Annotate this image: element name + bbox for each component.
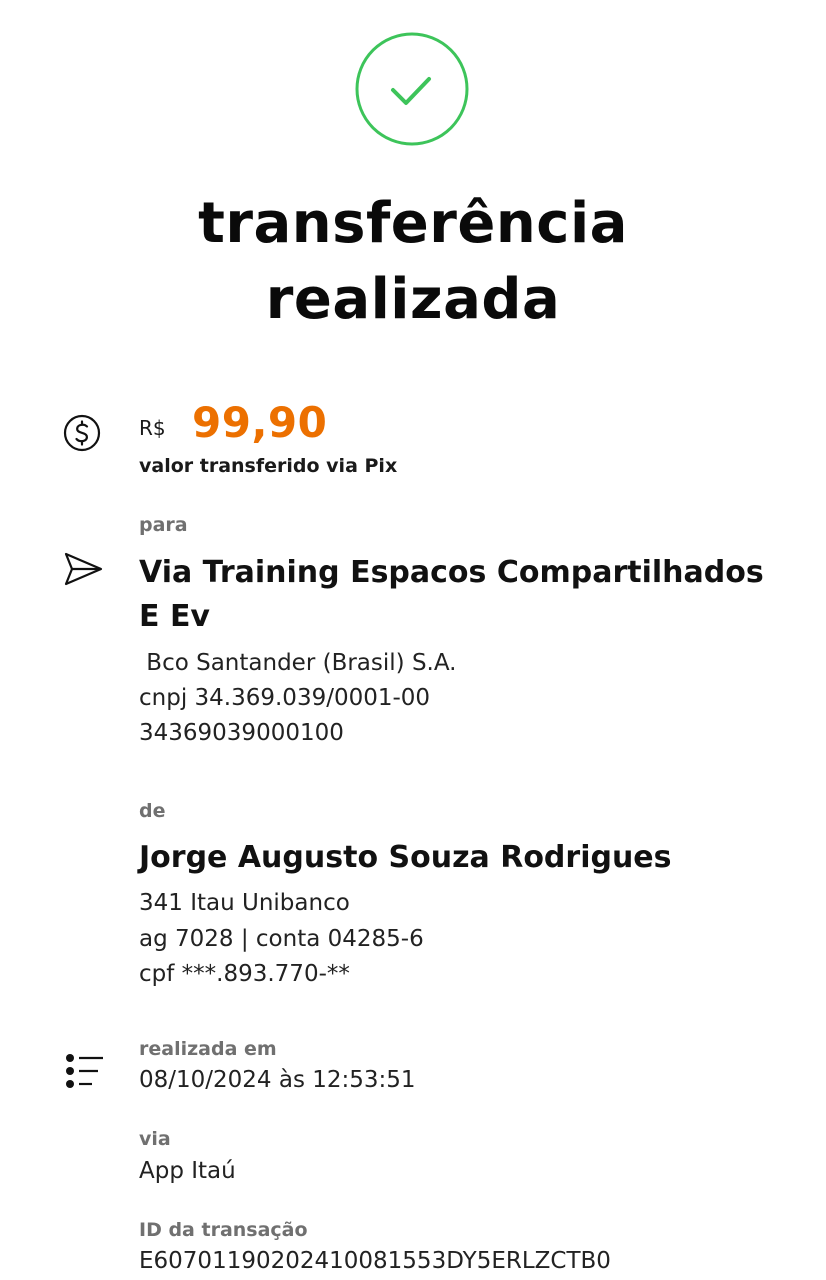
- dollar-circle-icon: [63, 414, 101, 452]
- channel-label: via: [139, 1128, 171, 1150]
- sender-bank: 341 Itau Unibanco: [139, 890, 350, 916]
- amount-value: 99,90: [192, 398, 328, 447]
- transaction-id-value: E60701190202410081553DY5ERLZCTB0: [139, 1248, 611, 1274]
- title-line-1: transferência: [198, 191, 628, 256]
- list-icon: [66, 1054, 103, 1088]
- amount-caption: valor transferido via Pix: [139, 455, 398, 477]
- channel-value: App Itaú: [139, 1158, 236, 1184]
- page-title: transferência realizada: [0, 186, 826, 338]
- send-icon: [64, 552, 103, 586]
- date-label: realizada em: [139, 1038, 277, 1060]
- recipient-label: para: [139, 514, 188, 536]
- sender-document: cpf ***.893.770-**: [139, 961, 350, 987]
- transaction-id-label: ID da transação: [139, 1219, 308, 1241]
- recipient-key: 34369039000100: [139, 720, 344, 746]
- date-value: 08/10/2024 às 12:53:51: [139, 1067, 416, 1093]
- currency-label: R$: [139, 416, 166, 440]
- sender-name: Jorge Augusto Souza Rodrigues: [139, 840, 672, 875]
- recipient-bank: Bco Santander (Brasil) S.A.: [139, 650, 457, 676]
- check-circle-icon: [355, 32, 469, 146]
- sender-label: de: [139, 800, 166, 822]
- sender-account: ag 7028 | conta 04285-6: [139, 926, 424, 952]
- recipient-document: cnpj 34.369.039/0001-00: [139, 685, 431, 711]
- recipient-name: Via Training Espacos Compartilhados E Ev: [139, 555, 764, 634]
- title-line-2: realizada: [265, 267, 561, 332]
